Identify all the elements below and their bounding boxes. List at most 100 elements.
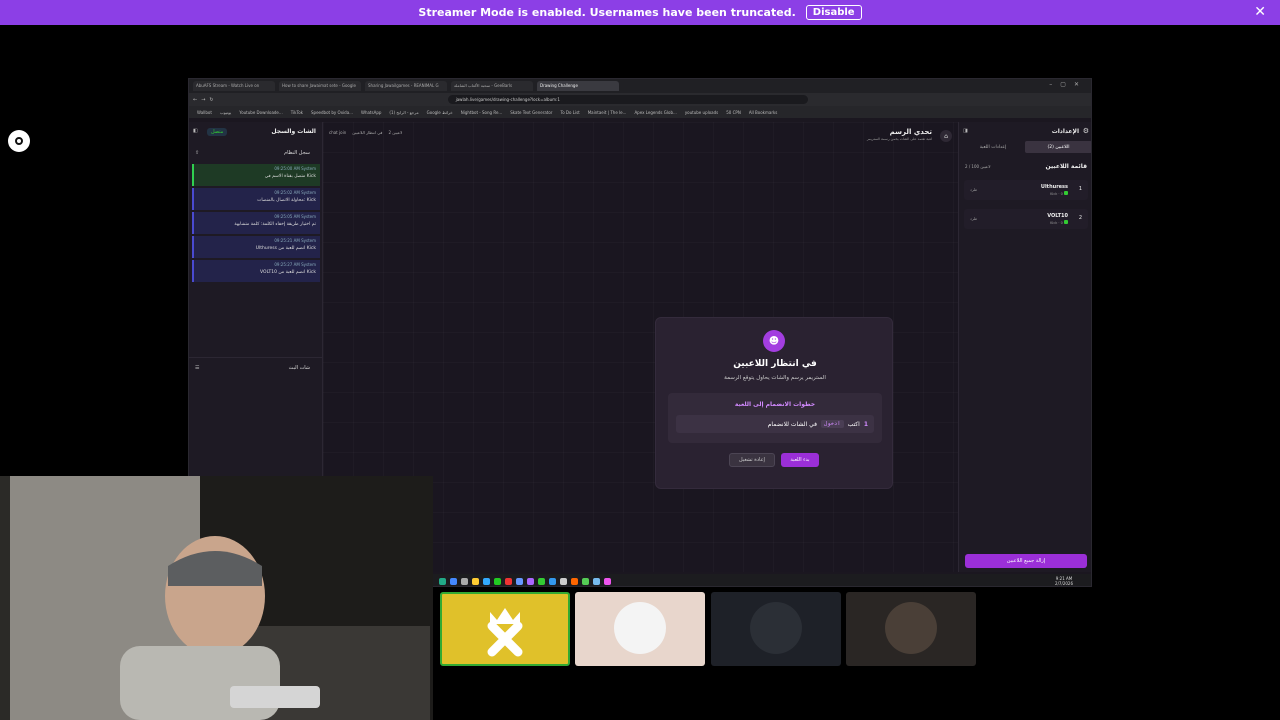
bookmark[interactable]: Youtube Downloade...	[239, 110, 282, 115]
log-source: System	[301, 190, 316, 195]
taskbar-app-icon[interactable]	[461, 577, 468, 585]
browser-tab[interactable]: AbuAFS Stream - Watch Live on	[193, 81, 275, 91]
bookmark[interactable]: To Do List	[560, 110, 579, 115]
tab-bar: AbuAFS Stream - Watch Live on How to sha…	[189, 79, 1091, 93]
browser-tab-active[interactable]: Drawing Challenge	[537, 81, 619, 91]
taskbar-app-icon[interactable]	[505, 577, 512, 585]
log-entry: 09:25:02 AM System محاولة الاتصال بالمنص…	[192, 188, 320, 210]
log-text: تم اختيار طريقة إخفاء الكلمة: كلمة متشاب…	[234, 222, 316, 227]
back-icon[interactable]: ←	[193, 97, 197, 103]
kick-icon	[1064, 220, 1068, 224]
settings-title: الإعدادات	[1051, 128, 1079, 135]
join-command: ادخول	[821, 420, 844, 428]
log-time: 09:25:27 AM	[274, 262, 300, 267]
player-card: 2 VOLT10 Kick · 0 طرد	[964, 209, 1088, 229]
bookmark[interactable]: Nightbot - Song Re...	[461, 110, 503, 115]
browser-tab[interactable]: سحبة الألعاب الشاملة - GeeBarls	[451, 81, 533, 91]
taskbar-app-icon[interactable]	[527, 577, 534, 585]
users-icon: ☻	[763, 330, 785, 352]
taskbar-app-icon[interactable]	[549, 577, 556, 585]
player-name: VOLT10	[1047, 213, 1068, 219]
log-text: محاولة الاتصال بالمنصات: Kick	[257, 198, 316, 203]
tab-game-settings[interactable]: إعدادات اللعبة	[961, 141, 1025, 153]
players-count: 2 / 100 لاعبين	[965, 164, 991, 169]
collapse-icon[interactable]: ◨	[963, 128, 968, 134]
reset-button[interactable]: إعادة تشغيل	[729, 453, 775, 467]
log-source: System	[301, 214, 316, 219]
player-rank: 1	[1078, 186, 1082, 192]
taskbar-app-icon[interactable]	[571, 577, 578, 585]
close-icon[interactable]: ✕	[1254, 4, 1266, 20]
bookmark[interactable]: Apex Legends Glob...	[634, 110, 676, 115]
log-entry: 09:25:27 AM System VOLT10 انضم للعبة من …	[192, 260, 320, 282]
bookmark[interactable]: Wallbot	[197, 110, 212, 115]
game-title: تحدي الرسم	[889, 128, 932, 136]
participant-tile[interactable]	[575, 592, 705, 666]
participant-tile[interactable]	[440, 592, 570, 666]
player-platform: Kick · 0	[1050, 192, 1063, 196]
taskbar-app-icon[interactable]	[582, 577, 589, 585]
home-icon[interactable]: ⌂	[940, 130, 952, 142]
webcam-overlay	[0, 476, 433, 720]
bookmark[interactable]: youtube uploads	[685, 110, 718, 115]
tab-players[interactable]: اللاعبين (2)	[1025, 141, 1091, 153]
kick-player-button[interactable]: طرد	[970, 187, 977, 192]
bookmark[interactable]: Google خرائط	[427, 110, 453, 115]
breadcrumb-players: 2 لاعبين	[388, 130, 403, 135]
avatar	[614, 602, 666, 654]
breadcrumb-extra: chat join	[329, 130, 347, 135]
taskbar-app-icon[interactable]	[439, 577, 446, 585]
remove-all-players-button[interactable]: إزالة جميع اللاعبين	[965, 554, 1087, 568]
taskbar-app-icon[interactable]	[472, 577, 479, 585]
step-row: في الشات للانضمام ادخول اكتب 1	[676, 415, 874, 433]
participant-tile[interactable]	[846, 592, 976, 666]
browser-tab[interactable]: How to share Jawaimat sete - Google	[279, 81, 361, 91]
bookmark[interactable]: Maintaeit | The le...	[588, 110, 627, 115]
taskbar-app-icon[interactable]	[516, 577, 523, 585]
log-text: Ulthuress انضم للعبة من Kick	[255, 246, 316, 251]
reload-icon[interactable]: ↻	[209, 97, 213, 103]
taskbar-app-icon[interactable]	[604, 577, 611, 585]
avatar	[885, 602, 937, 654]
browser-tab[interactable]: Sharing Jawailgames - REANIMAL G	[365, 81, 447, 91]
bookmark[interactable]: Speedbot by Oxida...	[311, 110, 353, 115]
log-time: 09:25:00 AM	[274, 166, 300, 171]
start-game-button[interactable]: بدء اللعبة	[781, 453, 819, 467]
steam-icon[interactable]	[8, 130, 30, 152]
scroll-up-icon[interactable]: ⇧	[195, 150, 199, 156]
status-badge: متصل	[207, 128, 228, 136]
collapse-icon[interactable]: ◧	[193, 128, 198, 134]
bookmark[interactable]: WhatsApp	[361, 110, 381, 115]
window-controls[interactable]: –▢✕	[1049, 81, 1087, 88]
clock-date: 2/7/2026	[1055, 581, 1073, 586]
join-steps: خطوات الانضمام إلى اللعبة في الشات للانض…	[668, 393, 882, 443]
forward-icon[interactable]: →	[201, 97, 205, 103]
breadcrumb-state: في انتظار اللاعبين	[352, 130, 383, 135]
bookmark[interactable]: 50 CPN	[726, 110, 741, 115]
kick-icon	[1064, 191, 1068, 195]
taskbar-app-icon[interactable]	[494, 577, 501, 585]
taskbar-app-icon[interactable]	[483, 577, 490, 585]
taskbar-app-icon[interactable]	[593, 577, 600, 585]
live-chat-title: شات البث	[288, 365, 310, 371]
bookmark[interactable]: Skate Text Generator	[510, 110, 552, 115]
disable-streamer-mode-button[interactable]: Disable	[805, 5, 862, 20]
chat-settings-icon[interactable]: ☰	[195, 365, 199, 371]
log-source: System	[301, 166, 316, 171]
taskbar-clock[interactable]: 9:21 AM 2/7/2026	[1055, 576, 1073, 586]
bookmark[interactable]: مرجع - الرابح (1)	[389, 110, 418, 115]
taskbar-app-icon[interactable]	[450, 577, 457, 585]
bookmark[interactable]: TikTok	[291, 110, 303, 115]
participant-tile[interactable]	[711, 592, 841, 666]
taskbar-app-icon[interactable]	[560, 577, 567, 585]
taskbar-app-icon[interactable]	[538, 577, 545, 585]
bookmark[interactable]: يوتيوب	[220, 110, 231, 115]
log-text: متصل بقناة الاسم في Kick	[264, 174, 316, 179]
bookmark[interactable]: All Bookmarks	[749, 110, 778, 115]
url-field[interactable]: jawlah.live/games/drawing-challenge?lock…	[447, 95, 808, 104]
step-prefix: اكتب	[847, 420, 860, 428]
log-entry: 09:25:21 AM System Ulthuress انضم للعبة …	[192, 236, 320, 258]
modal-title: في انتظار اللاعبين	[733, 359, 817, 369]
address-bar-row: ← → ↻ jawlah.live/games/drawing-challeng…	[189, 93, 1091, 106]
kick-player-button[interactable]: طرد	[970, 216, 977, 221]
